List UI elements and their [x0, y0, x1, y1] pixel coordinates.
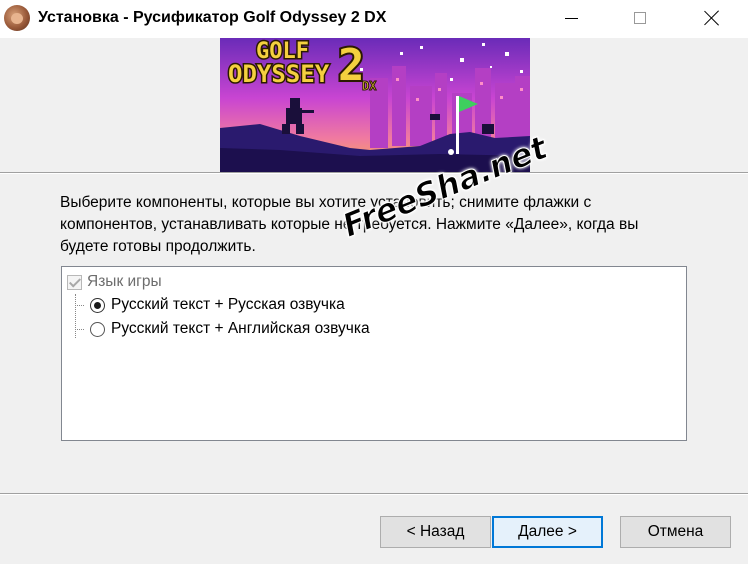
- component-option-row[interactable]: Русский текст + Английская озвучка: [90, 318, 370, 340]
- next-button[interactable]: Далее >: [492, 516, 603, 548]
- footer-divider: [0, 493, 748, 495]
- tree-connector: [75, 294, 76, 338]
- option-radio[interactable]: [90, 321, 105, 337]
- maximize-button[interactable]: [618, 0, 664, 38]
- option-radio-selected[interactable]: [90, 297, 105, 313]
- minimize-button[interactable]: [549, 0, 595, 38]
- component-group-checkbox[interactable]: [67, 274, 82, 290]
- logo-number: 2: [338, 40, 365, 91]
- component-option-label: Русский текст + Английская озвучка: [111, 320, 370, 337]
- component-group-row[interactable]: Язык игры: [67, 271, 162, 293]
- installer-window: Установка - Русификатор Golf Odyssey 2 D…: [0, 0, 748, 564]
- logo-suffix: DX: [362, 79, 377, 93]
- minimize-icon: [565, 18, 578, 19]
- component-option-row[interactable]: Русский текст + Русская озвучка: [90, 294, 345, 316]
- tree-branch: [75, 329, 84, 330]
- back-button[interactable]: < Назад: [380, 516, 491, 548]
- window-title: Установка - Русификатор Golf Odyssey 2 D…: [38, 9, 387, 26]
- component-group-label: Язык игры: [87, 273, 162, 290]
- close-icon: [703, 9, 721, 27]
- title-bar: Установка - Русификатор Golf Odyssey 2 D…: [0, 0, 748, 38]
- components-tree[interactable]: Язык игры Русский текст + Русская озвучк…: [61, 266, 687, 441]
- header-banner-area: GOLF GOLF ODYSSEY ODYSSEY 2 2 DX: [0, 38, 748, 174]
- cancel-button[interactable]: Отмена: [620, 516, 731, 548]
- close-button[interactable]: [689, 0, 735, 38]
- component-option-label: Русский текст + Русская озвучка: [111, 296, 345, 313]
- maximize-icon: [634, 12, 646, 24]
- logo-line2: ODYSSEY: [228, 60, 330, 88]
- tree-branch: [75, 305, 84, 306]
- app-icon: [4, 5, 30, 31]
